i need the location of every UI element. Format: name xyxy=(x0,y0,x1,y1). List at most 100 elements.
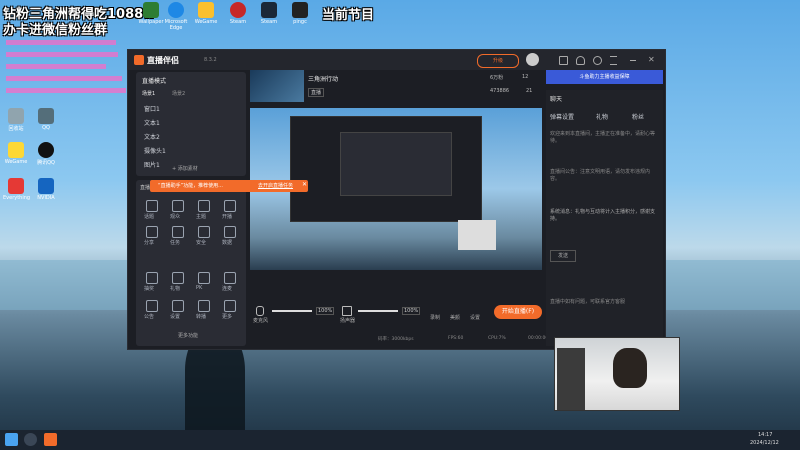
taskbar xyxy=(0,430,800,450)
stream-thumbnail[interactable] xyxy=(250,70,304,102)
mic-level: 100% xyxy=(316,307,335,315)
desktop-icon-nvidia[interactable]: NVIDIA xyxy=(33,178,59,201)
speaker-volume-slider[interactable] xyxy=(358,310,398,312)
live-companion-window: 直播伴侣 8.3.2 升级 ✕ 三角洲行动 直播 6万粉 12 473886 2… xyxy=(127,49,666,350)
tool-label: 开播 xyxy=(222,214,233,220)
tool-label: 任务 xyxy=(170,240,181,246)
taskbar-date: 2024/12/12 xyxy=(750,440,779,446)
lottery-icon[interactable] xyxy=(146,272,158,284)
app-logo-icon xyxy=(134,55,144,65)
chat-footer: 直播中如有问题，可联系官方客服 xyxy=(550,299,626,305)
scene-tab-a[interactable]: 场景1 xyxy=(142,90,155,97)
task-icon[interactable] xyxy=(172,226,184,238)
desktop-icon-recycle[interactable]: 回收站 xyxy=(3,108,29,132)
app-icon[interactable] xyxy=(44,433,57,446)
desktop-icon-pingc[interactable]: pingc xyxy=(287,2,313,25)
steam-icon xyxy=(230,2,246,18)
search-icon[interactable] xyxy=(24,433,37,446)
source-item[interactable]: 文本2 xyxy=(144,132,160,141)
notice-icon[interactable] xyxy=(146,300,158,312)
settings-icon[interactable] xyxy=(172,300,184,312)
webcam-preview xyxy=(458,220,496,250)
desktop-icon-steam-b[interactable]: Steam xyxy=(256,2,282,25)
online-count: 473886 xyxy=(490,88,510,94)
tab-fans[interactable]: 粉丝 xyxy=(632,112,644,121)
settings-icon[interactable] xyxy=(593,56,602,65)
add-source-button[interactable]: + 添加素材 xyxy=(172,165,198,172)
tab-danmu[interactable]: 弹幕设置 xyxy=(550,112,574,121)
close-icon[interactable]: ✕ xyxy=(302,181,307,188)
toast-banner[interactable]: “直播助手”功能，推荐使用... 去开启直播任务 ✕ xyxy=(150,180,308,192)
scene-tab-b[interactable]: 场景2 xyxy=(172,90,185,97)
rank-badge: 直播 xyxy=(308,88,325,97)
source-item[interactable]: 文本1 xyxy=(144,118,160,127)
tool-label: 连麦 xyxy=(222,286,233,292)
audience-icon[interactable] xyxy=(172,200,184,212)
tool-label: 公告 xyxy=(144,314,155,320)
followers-count: 6万粉 xyxy=(490,75,504,81)
shield-icon[interactable] xyxy=(198,226,210,238)
tool-label: 话题 xyxy=(144,214,155,220)
desktop-icon-steam-a[interactable]: Steam xyxy=(225,2,251,25)
toast-link[interactable]: 去开启直播任务 xyxy=(258,182,293,189)
nested-window-inner xyxy=(340,132,452,196)
download-icon[interactable] xyxy=(224,200,236,212)
mic-volume-slider[interactable] xyxy=(272,310,312,312)
scene-mode-label[interactable]: 直播模式 xyxy=(142,76,166,85)
desktop-icon-edge[interactable]: Microsoft Edge xyxy=(163,2,189,31)
source-item[interactable]: 窗口1 xyxy=(144,104,160,113)
share-icon[interactable] xyxy=(146,226,158,238)
app-title: 直播伴侣 xyxy=(147,56,179,65)
promo-banner[interactable]: 斗鱼助力主播收益保障 xyxy=(546,70,663,84)
avatar[interactable] xyxy=(526,53,539,66)
link-icon[interactable] xyxy=(224,272,236,284)
desktop-icon-wallpaper[interactable]: Wallpaper xyxy=(138,2,164,25)
source-item[interactable]: 摄像头1 xyxy=(144,146,166,155)
data-icon[interactable] xyxy=(224,226,236,238)
relay-icon[interactable] xyxy=(198,300,210,312)
speaker-icon[interactable] xyxy=(342,306,352,316)
beauty-button[interactable]: 美颜 xyxy=(450,314,460,321)
tool-label: 礼物 xyxy=(170,286,181,292)
source-item[interactable]: 图片1 xyxy=(144,160,160,169)
chat-message: 系统消息：礼物与互动将计入主播积分，感谢支持。 xyxy=(550,209,656,222)
pk-icon[interactable] xyxy=(198,272,210,284)
chat-send-button[interactable]: 发送 xyxy=(550,250,576,262)
desktop-icon-tencent-qq[interactable]: 腾讯QQ xyxy=(33,142,59,166)
topic-icon[interactable] xyxy=(146,200,158,212)
desktop-icon-qq[interactable]: QQ xyxy=(33,108,59,131)
search-app-icon xyxy=(8,178,24,194)
microphone-icon[interactable] xyxy=(256,306,264,316)
shield-icon[interactable] xyxy=(576,56,585,65)
message-icon[interactable] xyxy=(559,56,568,65)
stream-header: 三角洲行动 直播 6万粉 12 473886 21 xyxy=(250,70,542,106)
person-silhouette xyxy=(613,348,647,388)
tool-label: PK xyxy=(196,285,203,291)
chat-message: 直播间公告：注意文明用语，请勿发布违规内容。 xyxy=(550,169,651,182)
desktop-icon-wegame[interactable]: WeGame xyxy=(193,2,219,25)
wegame-icon xyxy=(8,142,24,158)
start-live-button[interactable]: 开始直播(F) xyxy=(494,305,542,319)
stream-title[interactable]: 三角洲行动 xyxy=(308,74,338,83)
gift-icon[interactable] xyxy=(172,272,184,284)
desktop-icon-everything[interactable]: Everything xyxy=(3,178,30,201)
upgrade-button[interactable]: 升级 xyxy=(477,54,519,68)
edge-icon xyxy=(168,2,184,18)
record-button[interactable]: 录制 xyxy=(430,314,440,321)
settings-button[interactable]: 设置 xyxy=(470,314,480,321)
menu-icon[interactable] xyxy=(610,56,617,65)
qq-icon xyxy=(38,142,54,158)
theme-icon[interactable] xyxy=(198,200,210,212)
viewers-count: 21 xyxy=(526,88,533,94)
overlay-title-line2: 办卡进微信粉丝群 xyxy=(3,23,108,38)
windows-start-icon[interactable] xyxy=(5,433,18,446)
more-tools-link[interactable]: 更多功能 xyxy=(178,332,198,339)
tool-label: 抽奖 xyxy=(144,286,155,292)
wegame-icon xyxy=(198,2,214,18)
more-icon[interactable] xyxy=(224,300,236,312)
tab-gift[interactable]: 礼物 xyxy=(596,112,608,121)
tool-label: 观众 xyxy=(170,214,181,220)
desktop-icon-wegame-2[interactable]: WeGame xyxy=(3,142,29,165)
minimize-icon[interactable] xyxy=(630,60,636,61)
close-icon[interactable]: ✕ xyxy=(648,55,655,64)
